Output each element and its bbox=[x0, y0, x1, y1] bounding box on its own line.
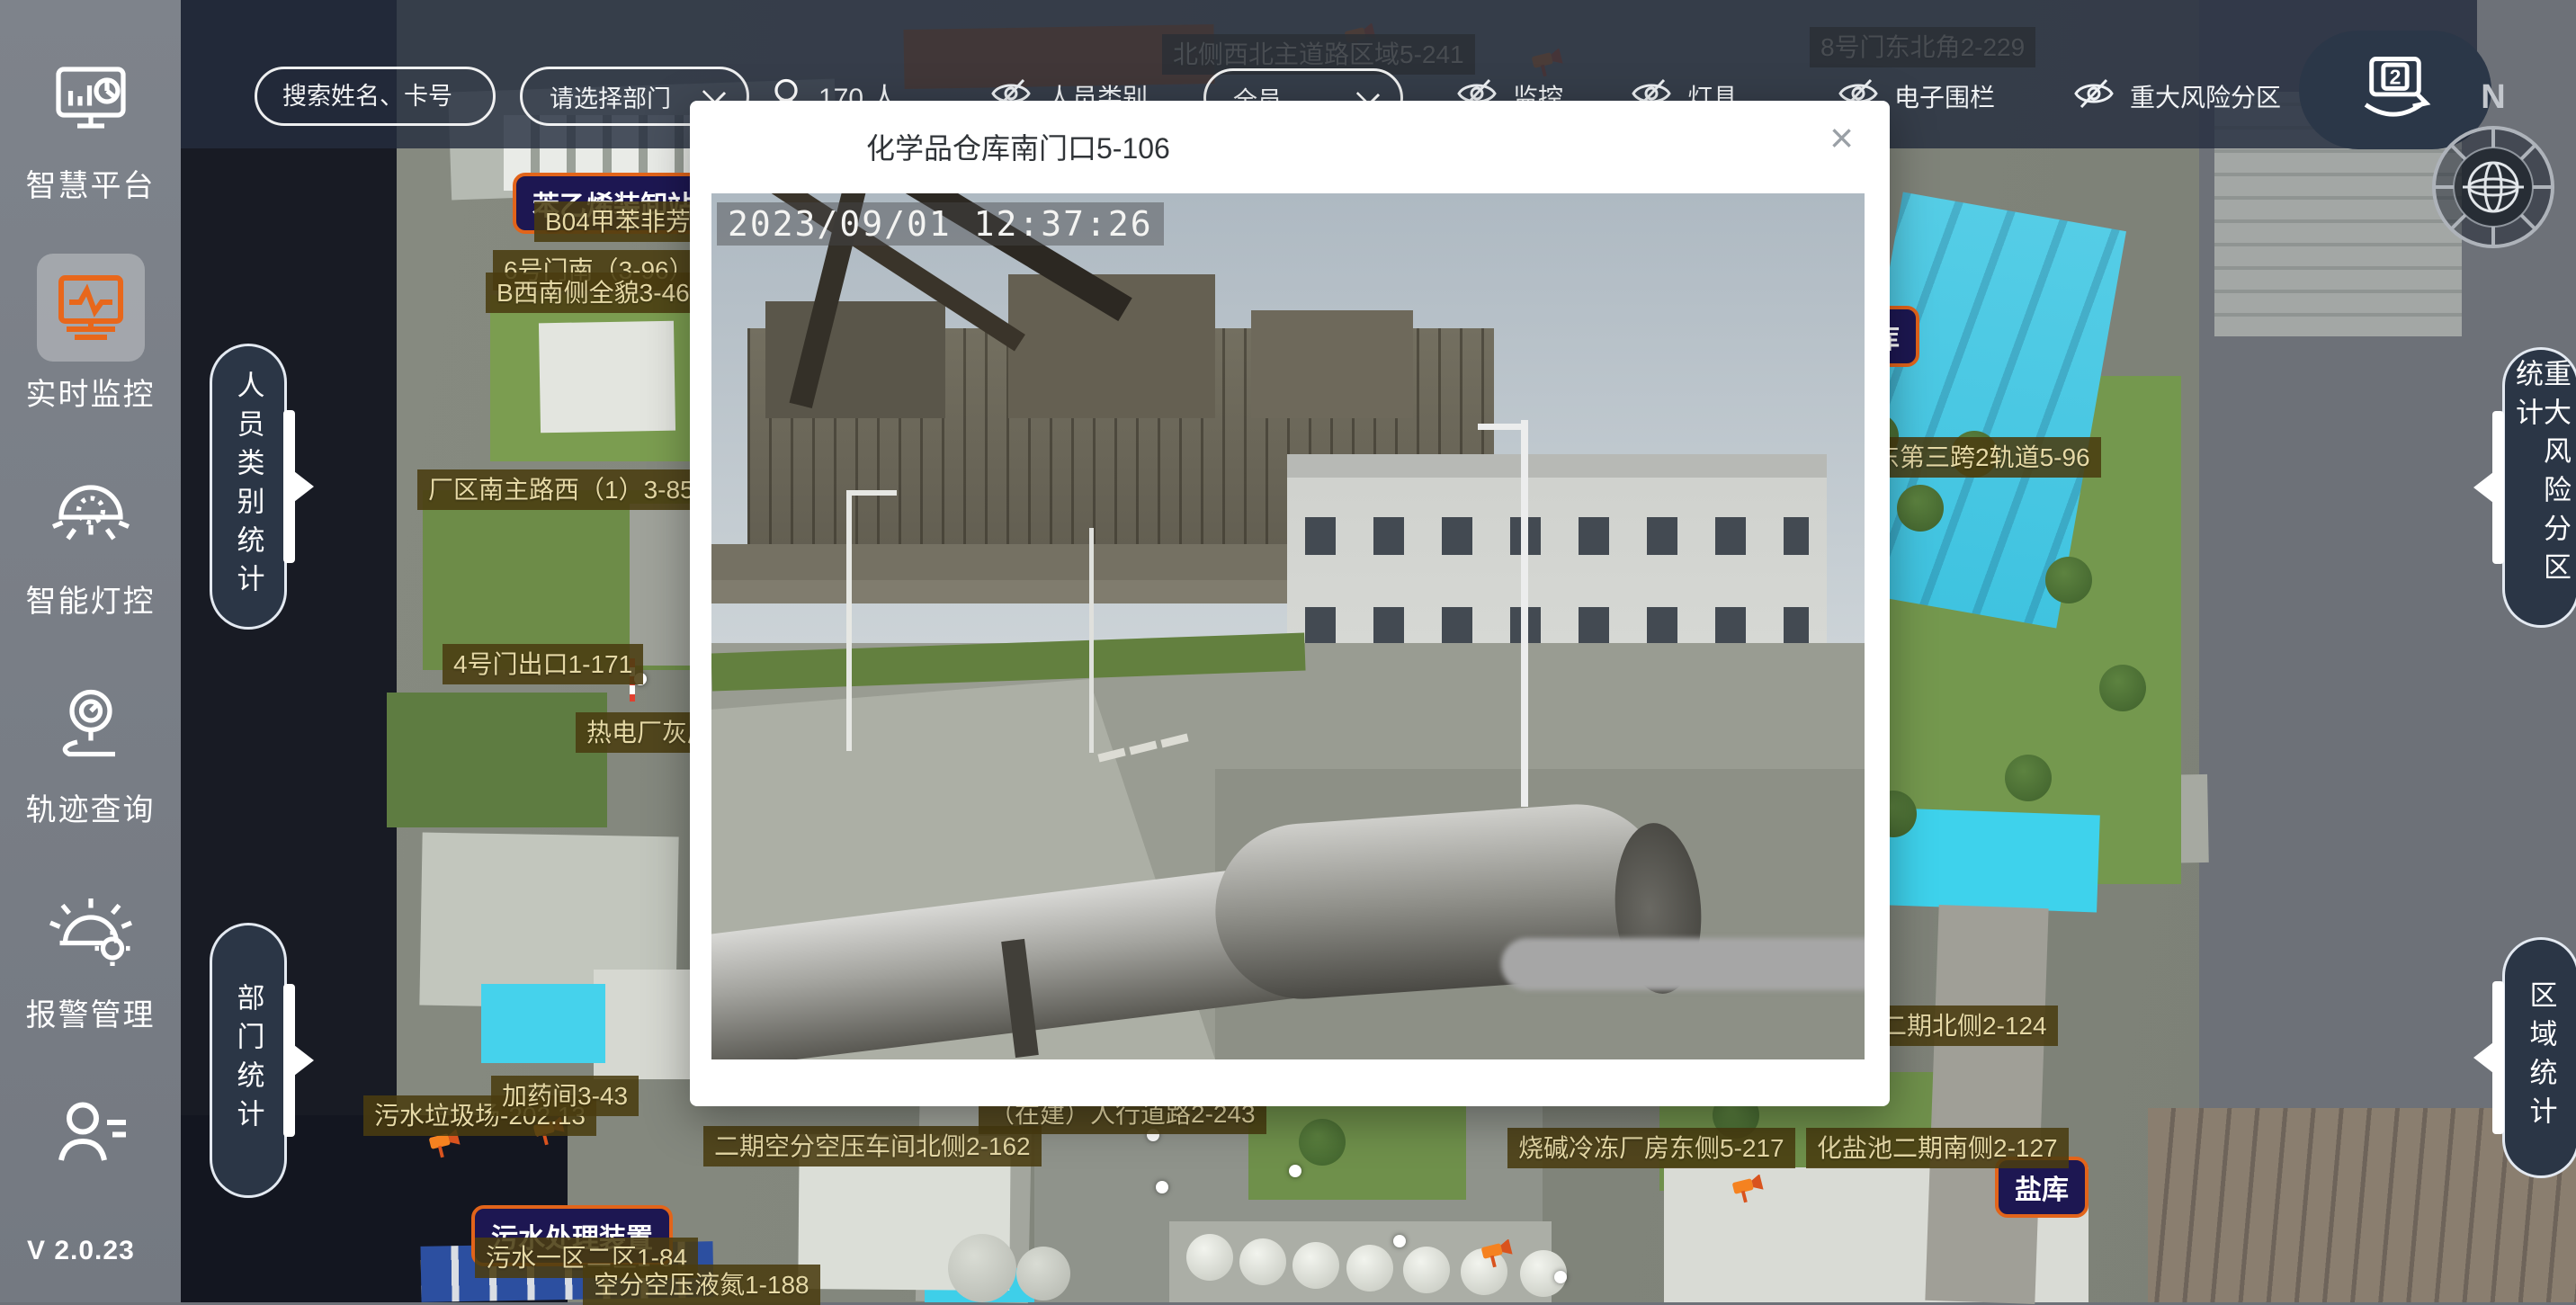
toggle-label: 重大风险分区 bbox=[2130, 78, 2281, 114]
tab-area-stats[interactable]: 区域统计 bbox=[2502, 937, 2576, 1178]
sidebar-item-label: 智能灯控 bbox=[0, 577, 181, 621]
close-icon[interactable]: × bbox=[1829, 117, 1854, 158]
alarm-manage-icon bbox=[48, 885, 134, 971]
compass-north-label: N bbox=[2481, 78, 2505, 116]
arrow-triangle bbox=[2473, 1042, 2493, 1073]
smart-platform-icon bbox=[48, 56, 134, 142]
sidebar-item-realtime-monitor[interactable]: 实时监控 bbox=[0, 264, 181, 414]
toggle-label: 电子围栏 bbox=[1894, 78, 1995, 114]
video-art-shape bbox=[1305, 517, 1809, 555]
tab-label: 部门统计 bbox=[235, 974, 263, 1147]
tab-expand-arrow[interactable] bbox=[283, 410, 316, 563]
video-art-shape bbox=[1089, 528, 1094, 753]
arrow-triangle bbox=[294, 471, 314, 502]
tab-dept-stats[interactable]: 部门统计 bbox=[210, 923, 287, 1198]
user-list-icon bbox=[48, 1090, 134, 1176]
video-art-shape bbox=[1251, 310, 1413, 418]
compass-widget[interactable]: N bbox=[2423, 76, 2563, 255]
track-query-icon bbox=[48, 680, 134, 766]
arrow-triangle bbox=[294, 1045, 314, 1076]
sidebar-item-label: 轨迹查询 bbox=[0, 785, 181, 829]
toggle-risk-zone[interactable]: 重大风险分区 bbox=[2072, 76, 2281, 116]
smart-light-icon bbox=[48, 471, 134, 558]
camera-video-still bbox=[711, 193, 1865, 1059]
map-point-label[interactable]: 东第三跨2轨道5-96 bbox=[1864, 437, 2101, 478]
eye-off-icon bbox=[2072, 76, 2115, 112]
map-point-label[interactable]: B西南侧全貌3-46 bbox=[486, 273, 701, 313]
arrow-bar bbox=[2492, 411, 2504, 564]
tab-expand-arrow[interactable] bbox=[2472, 981, 2504, 1134]
arrow-bar bbox=[2492, 981, 2504, 1134]
version-label: V 2.0.23 bbox=[27, 1236, 135, 1266]
modal-title: 化学品仓库南门口5-106 bbox=[866, 126, 1170, 167]
search-input[interactable] bbox=[257, 83, 493, 111]
compass-globe-icon bbox=[2434, 128, 2553, 246]
video-art-shape bbox=[1521, 420, 1528, 807]
tab-label: 人员类别统计 bbox=[235, 362, 263, 612]
sidebar-item-label: 智慧平台 bbox=[0, 161, 181, 205]
map-point-label[interactable]: 厂区南主路西（1）3-85 bbox=[417, 469, 705, 510]
sidebar-item-track-query[interactable]: 轨迹查询 bbox=[0, 680, 181, 829]
map-point-label[interactable]: 加药间3-43 bbox=[491, 1076, 639, 1116]
tab-risk-zone-stats[interactable]: 重大风险分区统计 bbox=[2502, 347, 2576, 628]
sidebar: 智慧平台实时监控智能灯控轨迹查询报警管理 V 2.0.23 bbox=[0, 0, 181, 1302]
sidebar-item-user-list[interactable] bbox=[0, 1090, 181, 1181]
sidebar-item-alarm-manage[interactable]: 报警管理 bbox=[0, 885, 181, 1034]
video-art-shape bbox=[846, 490, 852, 751]
map-point-label[interactable]: 烧碱冷冻厂房东侧5-217 bbox=[1507, 1128, 1795, 1168]
tab-person-type-stats[interactable]: 人员类别统计 bbox=[210, 344, 287, 630]
map-point-label[interactable]: 化盐池二期南侧2-127 bbox=[1806, 1128, 2069, 1168]
video-art-shape bbox=[846, 490, 897, 496]
tab-label: 区域统计 bbox=[2527, 971, 2555, 1144]
department-select-value: 请选择部门 bbox=[523, 79, 705, 114]
sidebar-item-label: 报警管理 bbox=[0, 990, 181, 1034]
sidebar-item-smart-platform[interactable]: 智慧平台 bbox=[0, 56, 181, 205]
redaction-bar bbox=[1501, 938, 1865, 990]
video-art-shape bbox=[1287, 454, 1827, 478]
tab-label: 重大风险分区统计 bbox=[2513, 350, 2569, 625]
video-art-shape bbox=[1478, 424, 1528, 430]
tab-expand-arrow[interactable] bbox=[2472, 411, 2504, 564]
tab-expand-arrow[interactable] bbox=[283, 984, 316, 1137]
map-point-label[interactable]: 二期北侧2-124 bbox=[1871, 1006, 2058, 1046]
realtime-monitor-icon bbox=[48, 264, 134, 351]
arrow-triangle bbox=[2473, 472, 2493, 503]
video-timestamp: 2023/09/01 12:37:26 bbox=[717, 202, 1164, 246]
sidebar-item-smart-light[interactable]: 智能灯控 bbox=[0, 471, 181, 621]
sidebar-item-label: 实时监控 bbox=[0, 370, 181, 414]
map-point-label[interactable]: 空分空压液氮1-188 bbox=[583, 1265, 820, 1305]
camera-video-modal: 化学品仓库南门口5-106 × 2023/09/01 12:37:26 bbox=[690, 101, 1890, 1106]
view-2d-badge: 2 bbox=[2390, 65, 2402, 88]
search-pill[interactable] bbox=[255, 67, 496, 126]
video-art-shape bbox=[1305, 607, 1809, 645]
map-point-label[interactable]: 4号门出口1-171 bbox=[443, 644, 643, 684]
camera-video-frame: 2023/09/01 12:37:26 bbox=[711, 193, 1865, 1059]
